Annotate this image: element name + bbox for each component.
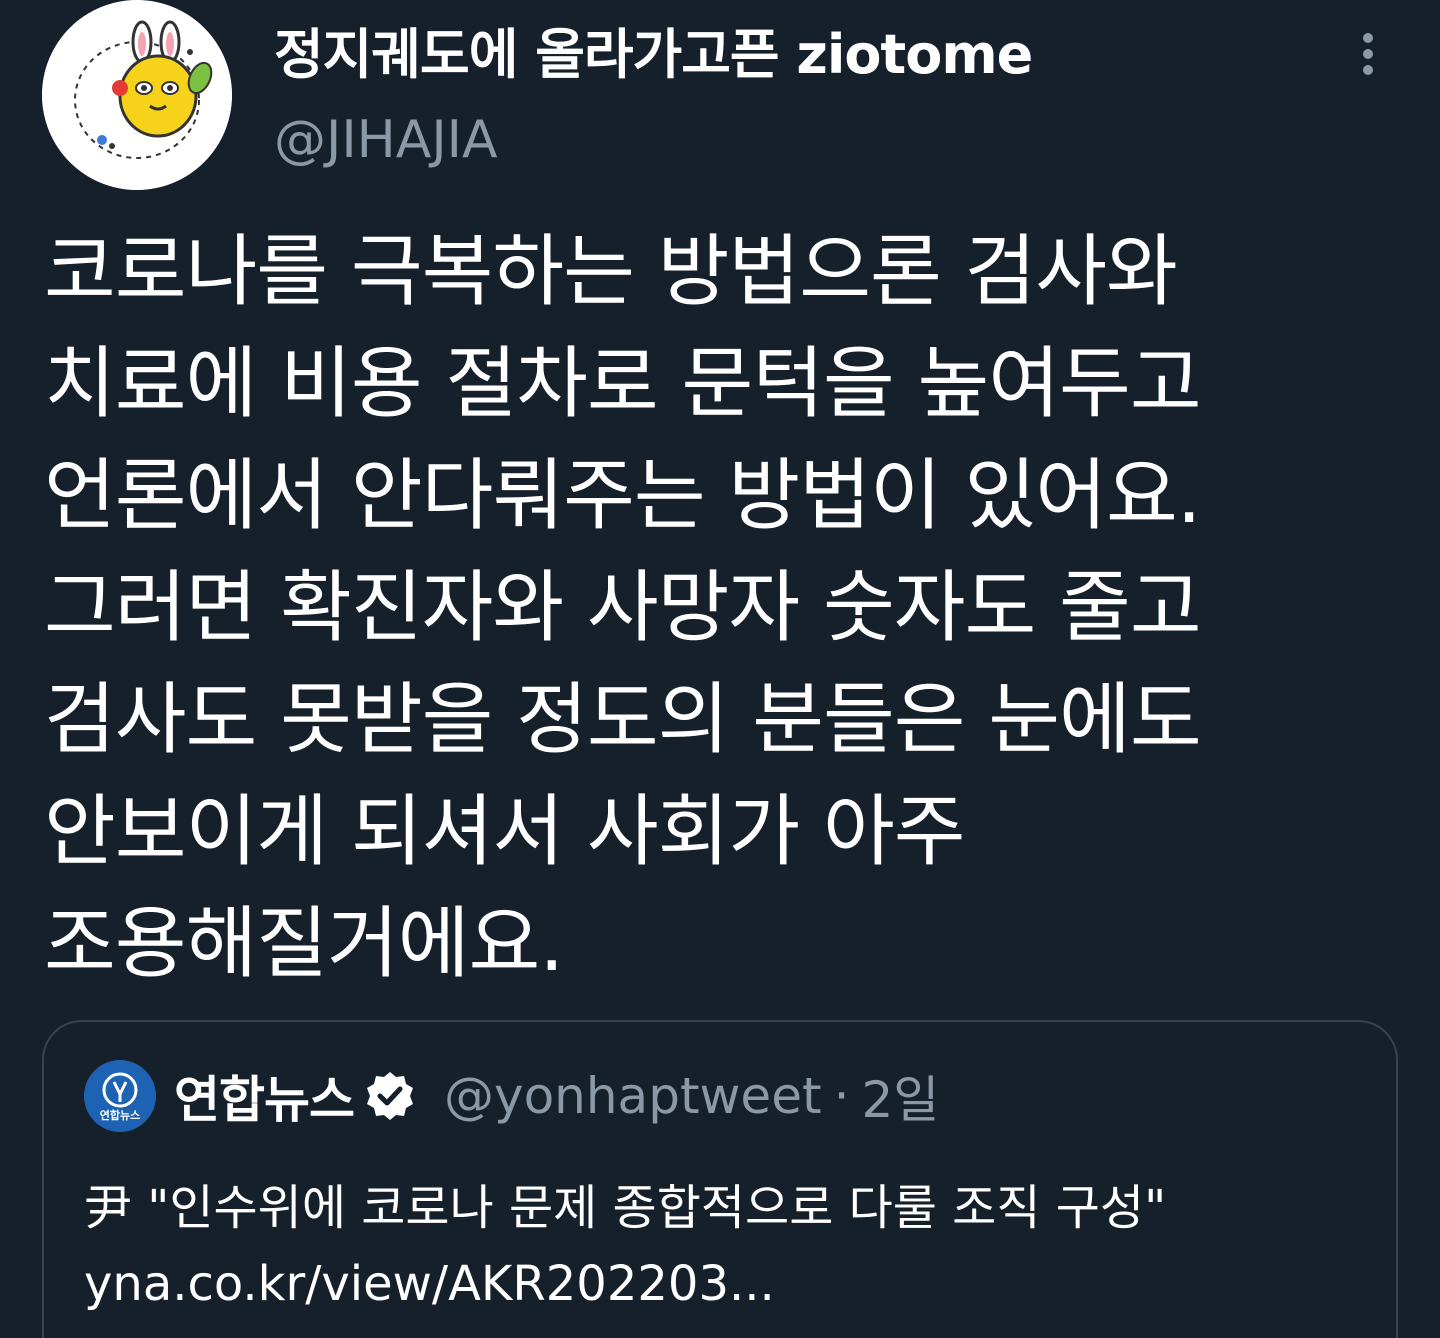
avatar[interactable] xyxy=(42,0,232,190)
quoted-user-handle[interactable]: @yonhaptweet xyxy=(444,1067,822,1125)
tweet: 정지궤도에 올라가고픈 ziotome @JIHAJIA 코로나를 극복하는 방… xyxy=(0,0,1440,1338)
quoted-text-line: 尹 "인수위에 코로나 문제 종합적으로 다룰 조직 구성" xyxy=(84,1180,1167,1236)
tweet-text-line: 코로나를 극복하는 방법으론 검사와 xyxy=(44,227,1178,317)
tweet-text-line: 안보이게 되셔서 사회가 아주 xyxy=(44,787,966,877)
tweet-text-line: 치료에 비용 절차로 문턱을 높여두고 xyxy=(44,339,1202,429)
tweet-text-line: 조용해질거에요. xyxy=(44,899,564,989)
quoted-tweet-header: 연합뉴스 연합뉴스 @yonhaptweet · 2일 xyxy=(84,1058,1356,1134)
tweet-text-line: 그러면 확진자와 사망자 숫자도 줄고 xyxy=(44,563,1202,653)
yonhap-logo-icon xyxy=(102,1072,138,1108)
quoted-timestamp[interactable]: 2일 xyxy=(861,1060,939,1132)
tweet-text: 코로나를 극복하는 방법으론 검사와 치료에 비용 절차로 문턱을 높여두고 언… xyxy=(44,216,1404,1000)
quoted-avatar[interactable]: 연합뉴스 xyxy=(84,1060,156,1132)
verified-badge-icon xyxy=(367,1072,413,1120)
quoted-link[interactable]: yna.co.kr/view/AKR202203... xyxy=(84,1246,1356,1322)
quoted-display-name[interactable]: 연합뉴스 xyxy=(174,1060,355,1132)
tweet-text-line: 언론에서 안다뤄주는 방법이 있어요. xyxy=(44,451,1202,541)
avatar-character-icon xyxy=(42,0,232,190)
quoted-tweet-text: 尹 "인수위에 코로나 문제 종합적으로 다룰 조직 구성" yna.co.kr… xyxy=(84,1170,1356,1322)
tweet-header: 정지궤도에 올라가고픈 ziotome @JIHAJIA xyxy=(42,0,1398,190)
quoted-tweet[interactable]: 연합뉴스 연합뉴스 @yonhaptweet · 2일 尹 "인수위에 코로나 … xyxy=(42,1020,1398,1338)
more-options-button[interactable] xyxy=(1338,24,1398,84)
quoted-avatar-label: 연합뉴스 xyxy=(99,1109,141,1122)
user-handle[interactable]: @JIHAJIA xyxy=(274,110,1032,170)
display-name[interactable]: 정지궤도에 올라가고픈 ziotome xyxy=(274,20,1033,90)
tweet-author: 정지궤도에 올라가고픈 ziotome @JIHAJIA xyxy=(274,20,1033,170)
tweet-text-line: 검사도 못받을 정도의 분들은 눈에도 xyxy=(44,675,1202,765)
meta-separator: · xyxy=(833,1067,850,1125)
more-vertical-icon xyxy=(1363,33,1373,75)
